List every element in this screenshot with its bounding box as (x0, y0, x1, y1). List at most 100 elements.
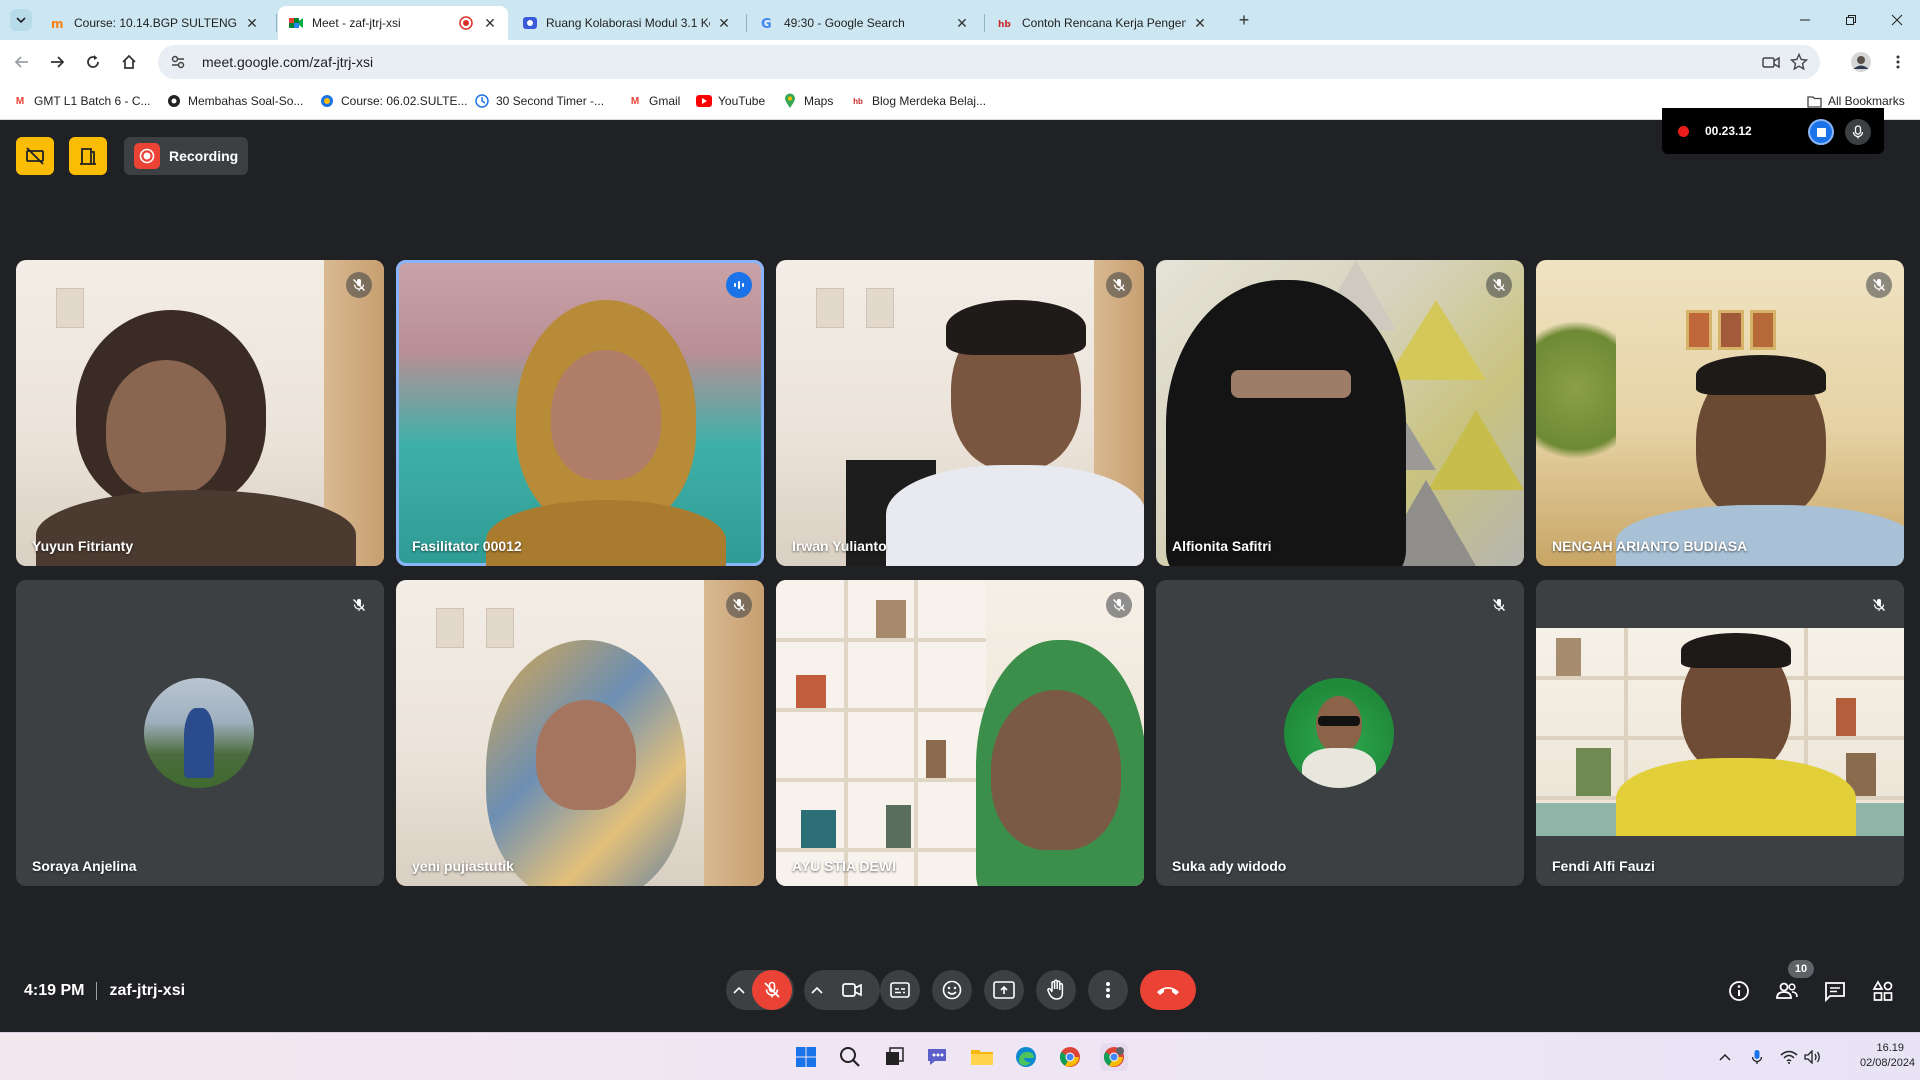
edge-icon[interactable] (1012, 1043, 1040, 1071)
wall-frame (816, 288, 844, 328)
bookmark-star-icon[interactable] (1790, 53, 1808, 71)
bookmark-gmail[interactable]: M Gmail (627, 93, 681, 109)
show-hidden-icons[interactable] (1716, 1048, 1734, 1066)
end-call-icon (1155, 984, 1181, 996)
windows-taskbar: 16.19 02/08/2024 (0, 1032, 1920, 1080)
camera-button[interactable] (830, 970, 874, 1010)
captions-button[interactable] (880, 970, 920, 1010)
participant-tile[interactable]: AYU STIA DEWI (776, 580, 1144, 886)
wifi-icon[interactable] (1780, 1048, 1798, 1066)
host-controls-button[interactable] (69, 137, 107, 175)
emoji-reactions-button[interactable] (932, 970, 972, 1010)
profile-avatar[interactable] (1849, 50, 1873, 74)
volume-icon[interactable] (1804, 1048, 1822, 1066)
chrome-menu-icon[interactable] (1886, 50, 1910, 74)
present-screen-button[interactable] (984, 970, 1024, 1010)
participant-face (551, 350, 661, 480)
participant-tile[interactable]: Alfionita Safitri (1156, 260, 1524, 566)
tab-course-sulteng[interactable]: m Course: 10.14.BGP SULTENG.MULTIMEDIA ✕ (40, 6, 270, 40)
close-tab-icon[interactable]: ✕ (1192, 15, 1208, 31)
participant-shoulders (886, 465, 1144, 566)
recorder-mic-icon[interactable] (1845, 119, 1871, 145)
raise-hand-button[interactable] (1036, 970, 1076, 1010)
mic-off-icon (1106, 592, 1132, 618)
bookmarks-bar: M GMT L1 Batch 6 - C... Membahas Soal-So.… (0, 84, 1920, 120)
participant-hair (1696, 355, 1826, 395)
chrome-icon[interactable] (1056, 1043, 1084, 1071)
participant-name: NENGAH ARIANTO BUDIASA (1552, 538, 1748, 554)
participant-tile-camera-off[interactable]: Suka ady widodo (1156, 580, 1524, 886)
participant-tile[interactable]: NENGAH ARIANTO BUDIASA (1536, 260, 1904, 566)
tab-contoh-rencana[interactable]: hb Contoh Rencana Kerja Pengembangan ✕ (988, 6, 1218, 40)
hide-self-view-button[interactable] (16, 137, 54, 175)
meet-control-bar: 4:19 PM zaf-jtrj-xsi 10 (0, 950, 1920, 1032)
bookmark-membahas[interactable]: Membahas Soal-So... (166, 93, 303, 109)
tab-search-dropdown-icon[interactable] (10, 9, 32, 31)
close-window-button[interactable] (1874, 0, 1920, 40)
recording-indicator[interactable]: Recording (124, 137, 248, 175)
participant-tile[interactable]: Yuyun Fitrianty (16, 260, 384, 566)
recording-dot-icon (1678, 125, 1689, 137)
address-bar[interactable]: meet.google.com/zaf-jtrj-xsi (158, 45, 1820, 79)
new-tab-button[interactable]: + (1234, 10, 1254, 30)
close-tab-icon[interactable]: ✕ (716, 15, 732, 31)
participant-tile-camera-off[interactable]: Soraya Anjelina (16, 580, 384, 886)
restore-button[interactable] (1828, 0, 1874, 40)
microphone-tray-icon[interactable] (1748, 1048, 1766, 1066)
bookmark-maps[interactable]: Maps (782, 93, 833, 109)
participant-face (106, 360, 226, 495)
meeting-info-icon[interactable] (1726, 978, 1752, 1004)
site-info-icon[interactable] (168, 52, 188, 72)
mic-off-button[interactable] (752, 970, 792, 1010)
participant-tile[interactable]: Fendi Alfi Fauzi (1536, 580, 1904, 886)
participant-name: yeni pujiastutik (412, 858, 514, 874)
participant-tile[interactable]: Irwan Yulianto (776, 260, 1144, 566)
system-clock[interactable]: 16.19 02/08/2024 (1860, 1041, 1915, 1071)
video-settings-chevron-icon[interactable] (804, 986, 830, 994)
tab-meet[interactable]: Meet - zaf-jtrj-xsi ✕ (278, 6, 508, 40)
avatar (1284, 678, 1394, 788)
tab-ruang-kolaborasi[interactable]: Ruang Kolaborasi Modul 3.1 Kelompok ✕ (512, 6, 742, 40)
participant-tile-speaking[interactable]: Fasilitator 00012 (396, 260, 764, 566)
file-explorer-icon[interactable] (968, 1043, 996, 1071)
avatar-sunglasses (1318, 716, 1360, 726)
bookmark-youtube[interactable]: YouTube (696, 93, 765, 109)
forward-icon[interactable] (45, 50, 69, 74)
minimize-button[interactable] (1782, 0, 1828, 40)
task-view-icon[interactable] (880, 1043, 908, 1071)
close-tab-icon[interactable]: ✕ (482, 15, 498, 31)
teams-chat-icon[interactable] (924, 1043, 952, 1071)
reload-icon[interactable] (81, 50, 105, 74)
bookmark-timer[interactable]: 30 Second Timer -... (474, 93, 604, 109)
stop-recording-button[interactable] (1808, 119, 1834, 145)
tab-google-search[interactable]: G 49:30 - Google Search ✕ (750, 6, 980, 40)
bookmark-blog[interactable]: hb Blog Merdeka Belaj... (850, 93, 986, 109)
participant-shoulders (36, 490, 356, 566)
bookmark-course[interactable]: Course: 06.02.SULTE... (319, 93, 468, 109)
participant-tile[interactable]: yeni pujiastutik (396, 580, 764, 886)
activities-icon[interactable] (1870, 978, 1896, 1004)
participant-shoulders (1616, 758, 1856, 836)
bookmark-gmt[interactable]: M GMT L1 Batch 6 - C... (12, 93, 151, 109)
people-icon[interactable] (1774, 978, 1800, 1004)
audio-settings-chevron-icon[interactable] (726, 986, 752, 994)
chat-icon[interactable] (1822, 978, 1848, 1004)
home-icon[interactable] (117, 50, 141, 74)
speaking-indicator-icon (726, 272, 752, 298)
meeting-details: 4:19 PM zaf-jtrj-xsi (24, 982, 185, 1000)
blog-icon: hb (998, 15, 1014, 31)
google-icon: G (760, 15, 776, 31)
wall-frame (1750, 310, 1776, 350)
more-options-button[interactable] (1088, 970, 1128, 1010)
participant-name: Fendi Alfi Fauzi (1552, 858, 1655, 874)
leave-call-button[interactable] (1140, 970, 1196, 1010)
back-icon[interactable] (10, 50, 34, 74)
close-tab-icon[interactable]: ✕ (954, 15, 970, 31)
windows-start-icon[interactable] (792, 1043, 820, 1071)
chrome-profile-active-icon[interactable] (1100, 1043, 1128, 1071)
svg-text:G: G (761, 17, 772, 31)
close-tab-icon[interactable]: ✕ (244, 15, 260, 31)
camera-in-use-icon[interactable] (1762, 53, 1780, 71)
search-icon[interactable] (836, 1043, 864, 1071)
all-bookmarks[interactable]: All Bookmarks (1806, 93, 1905, 109)
